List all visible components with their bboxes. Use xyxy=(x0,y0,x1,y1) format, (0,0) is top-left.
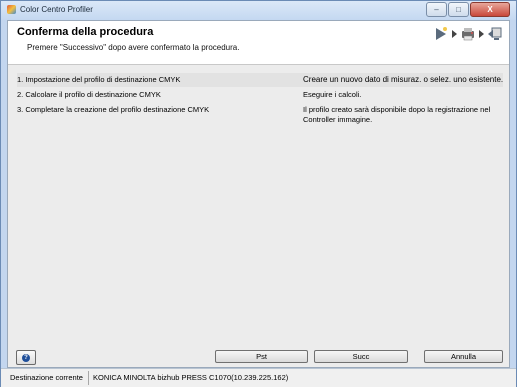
close-icon: X xyxy=(487,4,493,14)
printer-icon xyxy=(462,28,474,41)
button-bar: ? Pst Succ Annulla xyxy=(8,348,509,367)
step-label: 1. Impostazione del profilo di destinazi… xyxy=(17,75,181,84)
help-icon: ? xyxy=(22,353,30,362)
procedure-list: 1. Impostazione del profilo di destinazi… xyxy=(17,73,503,124)
dialog-header: Conferma della procedura Premere "Succes… xyxy=(8,21,509,65)
window-title: Color Centro Profiler xyxy=(20,5,93,14)
status-bar: Destinazione corrente KONICA MINOLTA biz… xyxy=(1,368,516,387)
list-item: 2. Calcolare il profilo di destinazione … xyxy=(17,90,503,104)
page-subtitle: Premere "Successivo" dopo avere conferma… xyxy=(27,43,240,52)
app-window: Color Centro Profiler – □ X Conferma del… xyxy=(0,0,517,387)
next-button[interactable]: Succ xyxy=(314,350,408,363)
back-button[interactable]: Pst xyxy=(215,350,308,363)
list-item: 1. Impostazione del profilo di destinazi… xyxy=(17,73,503,87)
step-arrow-icon xyxy=(479,30,484,38)
page-title: Conferma della procedura xyxy=(17,26,154,38)
close-button[interactable]: X xyxy=(470,2,510,17)
step-description: Il profilo creato sarà disponibile dopo … xyxy=(303,105,491,124)
maximize-button[interactable]: □ xyxy=(448,2,469,17)
minimize-button[interactable]: – xyxy=(426,2,447,17)
maximize-icon: □ xyxy=(456,4,461,14)
wizard-steps-indicator xyxy=(433,26,503,42)
status-divider xyxy=(88,371,89,385)
step-arrow-icon xyxy=(452,30,457,38)
monitor-target-icon xyxy=(488,27,502,40)
cancel-button[interactable]: Annulla xyxy=(424,350,503,363)
step-description: Eseguire i calcoli. xyxy=(303,90,362,99)
step-label: 3. Completare la creazione del profilo d… xyxy=(17,105,210,114)
app-icon xyxy=(7,5,16,14)
status-label: Destinazione corrente xyxy=(10,373,83,382)
title-bar[interactable]: Color Centro Profiler – □ X xyxy=(1,1,516,20)
minimize-icon: – xyxy=(434,4,439,14)
wizard-start-icon xyxy=(436,27,447,40)
current-destination: KONICA MINOLTA bizhub PRESS C1070(10.239… xyxy=(93,373,289,382)
step-label: 2. Calcolare il profilo di destinazione … xyxy=(17,90,161,99)
dialog-client-area: Conferma della procedura Premere "Succes… xyxy=(7,20,510,368)
step-description: Creare un nuovo dato di misuraz. o selez… xyxy=(303,75,504,84)
help-button[interactable]: ? xyxy=(16,350,36,365)
window-controls: – □ X xyxy=(425,2,510,17)
list-item: 3. Completare la creazione del profilo d… xyxy=(17,105,503,127)
